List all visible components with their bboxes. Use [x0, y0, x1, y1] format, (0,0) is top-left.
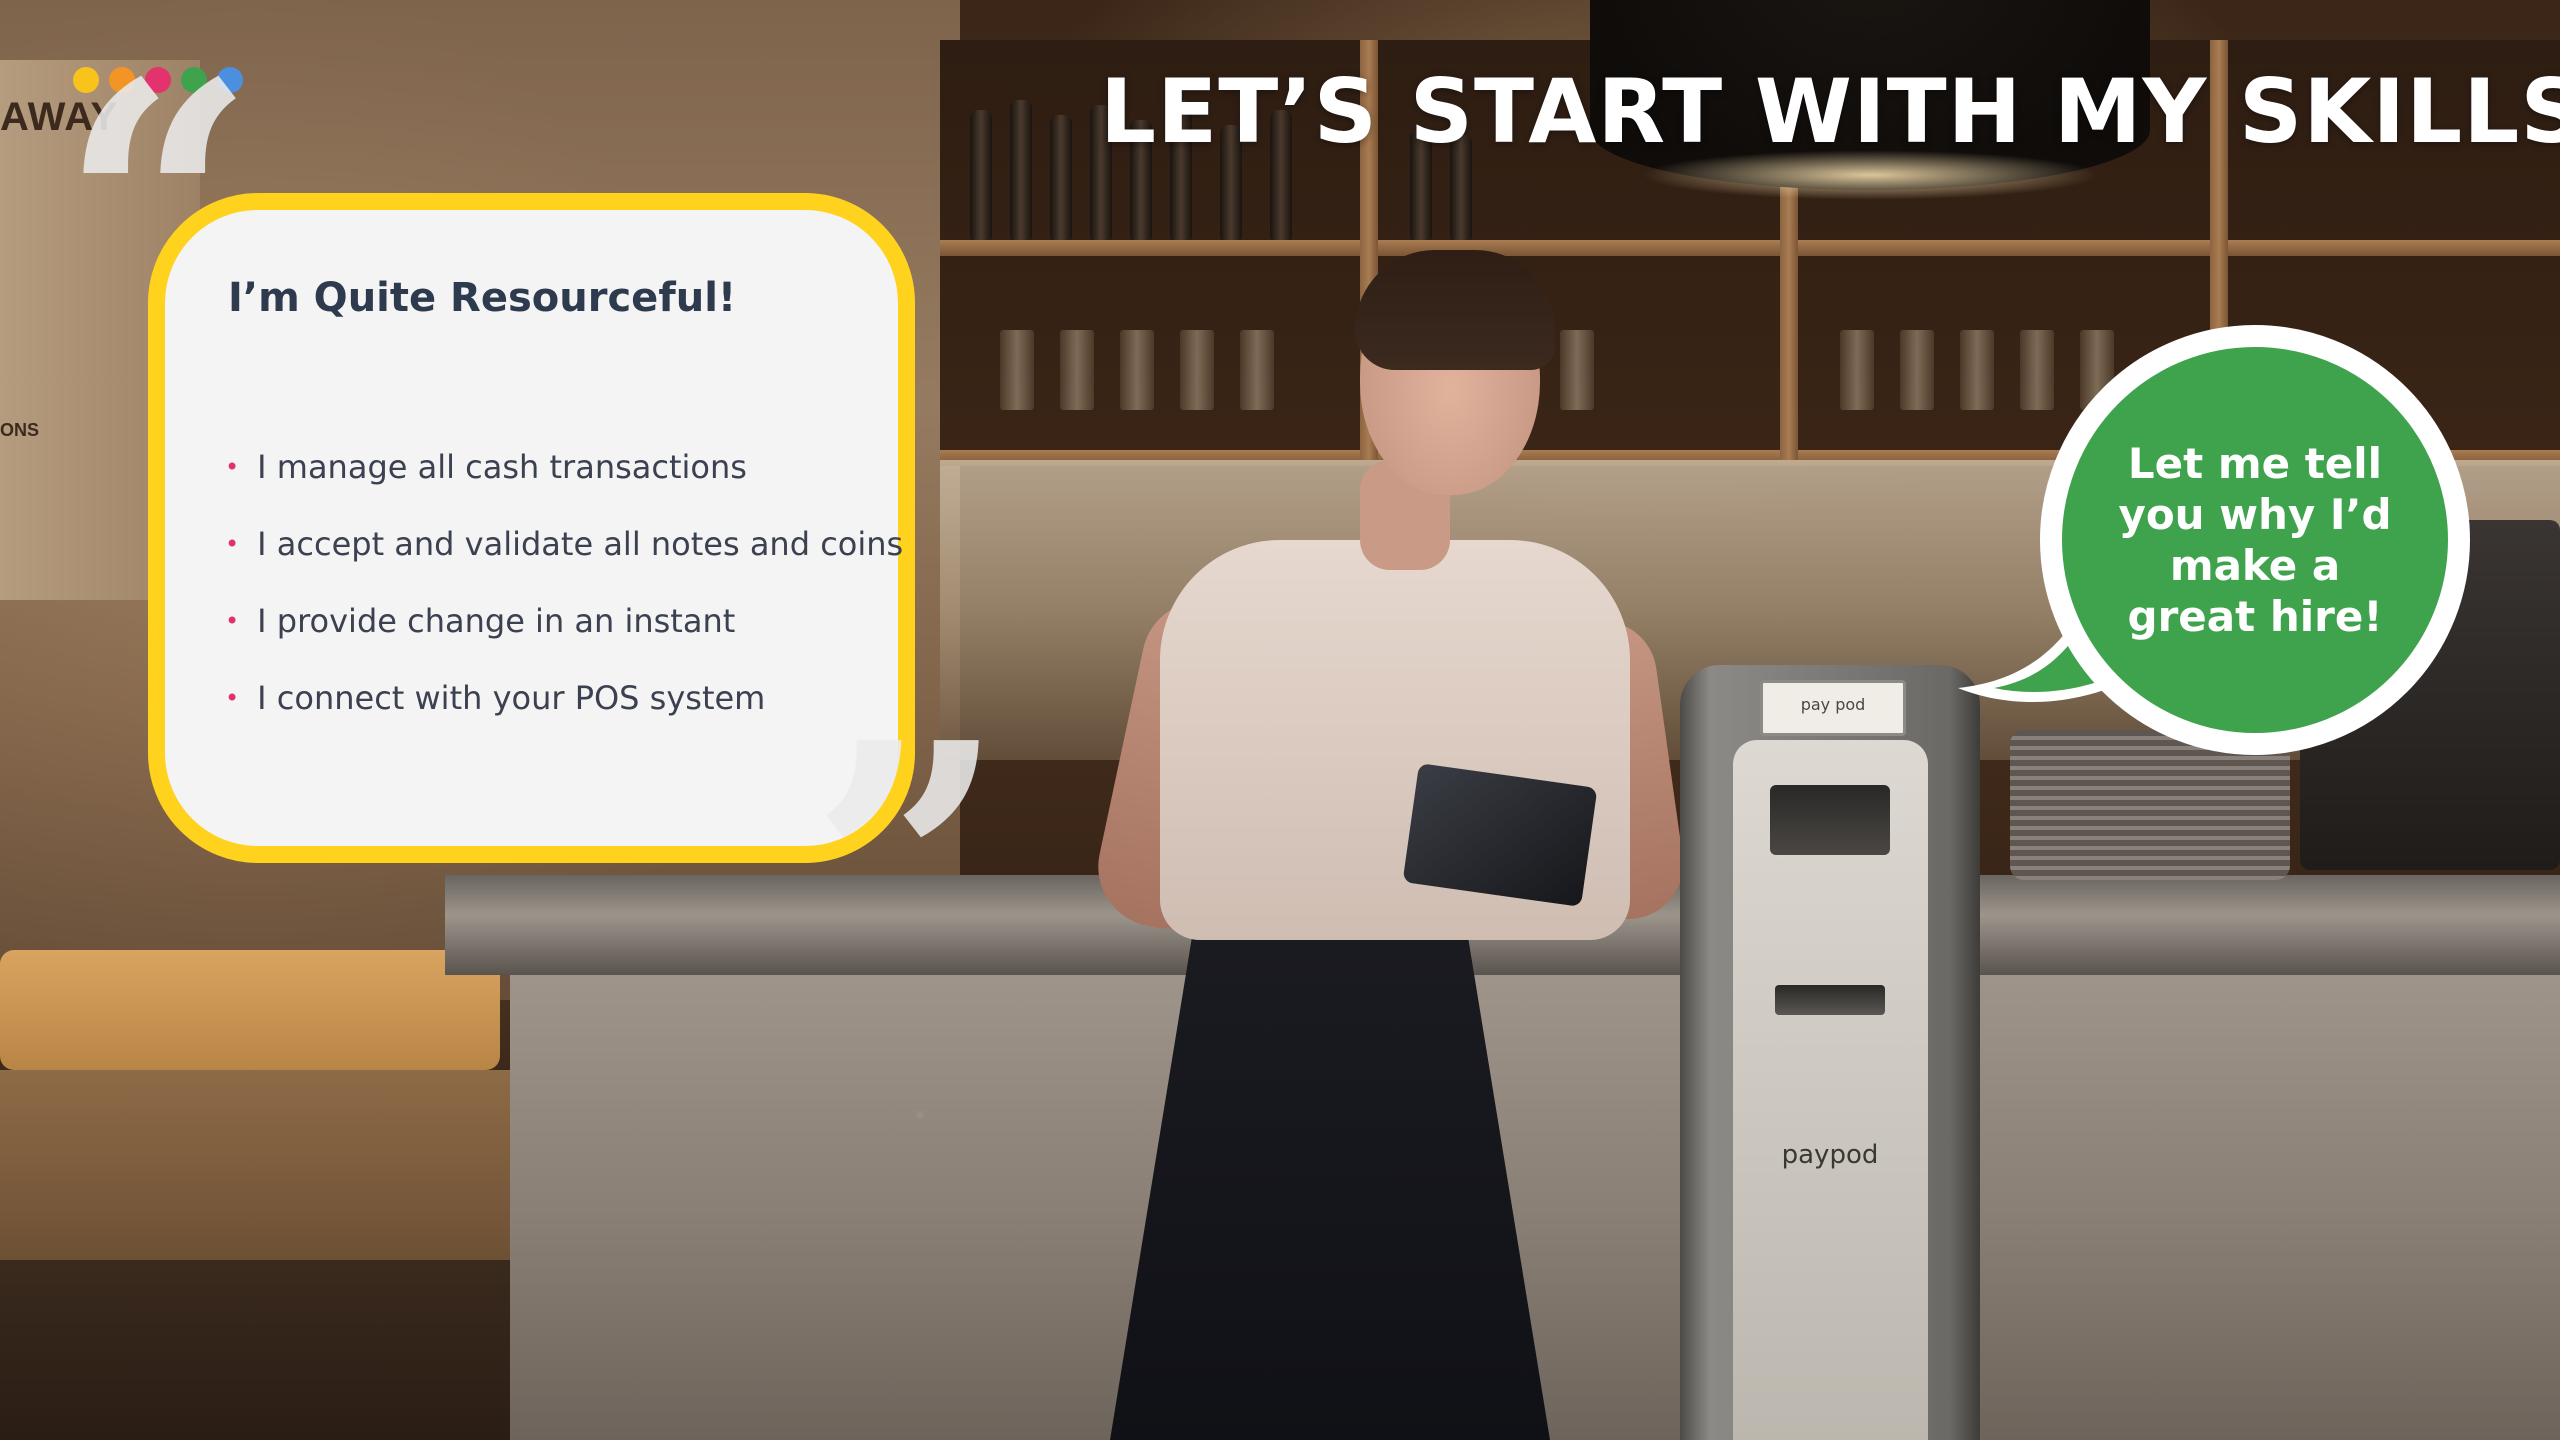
list-item: • I connect with your POS system	[225, 659, 903, 736]
wall-sign-text-2: ONS	[0, 420, 40, 440]
kiosk-brand-logo: paypod	[1781, 1140, 1879, 1170]
skill-text: I manage all cash transactions	[257, 447, 747, 486]
skills-card-title: I’m Quite Resourceful!	[228, 275, 737, 321]
woman-hair	[1355, 250, 1555, 370]
bullet-icon: •	[225, 683, 240, 712]
kiosk-coin-slot	[1770, 785, 1890, 855]
list-item: • I provide change in an instant	[225, 582, 903, 659]
tablet	[1402, 763, 1598, 907]
skill-text: I accept and validate all notes and coin…	[257, 524, 904, 563]
list-item: • I manage all cash transactions	[225, 428, 903, 505]
skill-text: I connect with your POS system	[257, 678, 766, 717]
bottle	[1010, 100, 1032, 240]
glass	[1560, 330, 1594, 410]
skills-list: • I manage all cash transactions • I acc…	[225, 428, 903, 736]
glass	[1240, 330, 1274, 410]
close-quote-icon: ”	[810, 670, 1006, 1069]
bottle	[970, 110, 992, 240]
glass	[2020, 330, 2054, 410]
glass	[1120, 330, 1154, 410]
bullet-icon: •	[225, 452, 240, 481]
page-title: LET’S START WITH MY SKILLS	[1100, 60, 2560, 163]
glass	[1060, 330, 1094, 410]
kiosk-note-slot	[1775, 985, 1885, 1015]
kiosk-screen-text: pay pod	[1800, 695, 1866, 714]
bench-base	[0, 1070, 520, 1260]
glass	[1180, 330, 1214, 410]
speech-bubble-text: Let me tell you why I’d make a great hir…	[2118, 439, 2392, 641]
glass	[1840, 330, 1874, 410]
speech-bubble: Let me tell you why I’d make a great hir…	[2040, 325, 2470, 755]
slide: AWAY ONS pay pod paypod LET’S START WITH…	[0, 0, 2560, 1440]
glass	[1960, 330, 1994, 410]
list-item: • I accept and validate all notes and co…	[225, 505, 903, 582]
bullet-icon: •	[225, 606, 240, 635]
skill-text: I provide change in an instant	[257, 601, 736, 640]
bench-cushion	[0, 950, 500, 1070]
glass	[1900, 330, 1934, 410]
shelf-board	[940, 240, 2560, 256]
bottle	[1050, 115, 1072, 240]
bullet-icon: •	[225, 529, 240, 558]
glass	[1000, 330, 1034, 410]
